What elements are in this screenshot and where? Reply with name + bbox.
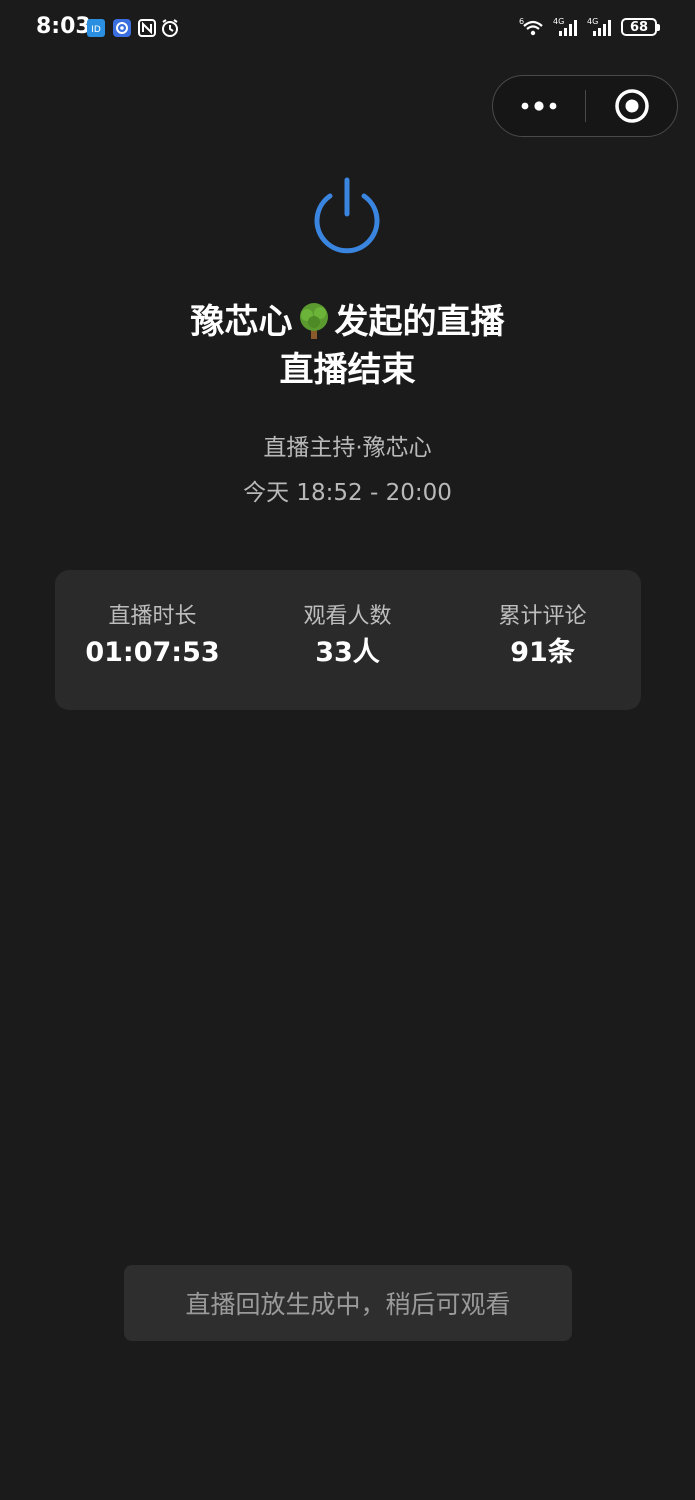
stat-label: 累计评论	[498, 604, 587, 629]
stat-value: 01:07:53	[85, 637, 220, 668]
stat-viewers: 观看人数 33人	[250, 600, 445, 672]
stat-label: 直播时长	[108, 604, 197, 629]
stat-value: 33人	[315, 637, 380, 668]
status-bar: 8:03 ID 6 4G 4G 68	[0, 0, 695, 56]
svg-text:ID: ID	[91, 25, 101, 35]
svg-text:6: 6	[519, 17, 524, 26]
stat-label: 观看人数	[303, 604, 392, 629]
target-close-icon	[615, 88, 649, 123]
app-icon-circle	[113, 19, 131, 37]
status-time: 8:03	[36, 14, 91, 39]
capsule-menu	[492, 75, 678, 137]
more-button[interactable]	[493, 76, 585, 135]
alarm-icon	[162, 19, 178, 37]
wifi-icon: 6	[519, 17, 543, 36]
signal-icon-1: 4G	[553, 17, 577, 36]
battery-level: 68	[629, 19, 649, 35]
status-right-group: 6 4G 4G 68	[519, 16, 660, 38]
close-button[interactable]	[586, 76, 678, 135]
time-range: 今天 18:52 - 20:00	[243, 480, 452, 506]
signal-icon-2: 4G	[587, 17, 611, 36]
svg-text:4G: 4G	[553, 17, 564, 26]
stat-value: 91条	[510, 637, 575, 668]
stat-duration: 直播时长 01:07:53	[55, 600, 250, 672]
page-title: 豫芯心 发起的直播	[0, 296, 695, 348]
host-line: 直播主持·豫芯心	[263, 435, 432, 461]
more-dots-icon	[521, 100, 557, 111]
replay-generating-toast: 直播回放生成中，稍后可观看	[124, 1265, 572, 1341]
stat-comments: 累计评论 91条	[445, 600, 640, 672]
nfc-icon	[138, 19, 156, 37]
battery-indicator: 68	[621, 18, 660, 36]
app-icon-blue: ID	[87, 19, 105, 37]
power-icon	[314, 177, 380, 254]
title-host-name: 豫芯心	[190, 302, 293, 342]
stats-card: 直播时长 01:07:53 观看人数 33人 累计评论 91条	[55, 570, 641, 710]
tree-emoji	[299, 302, 328, 339]
svg-text:4G: 4G	[587, 17, 598, 26]
live-ended-status: 直播结束	[279, 350, 416, 390]
title-suffix: 发起的直播	[334, 302, 505, 342]
